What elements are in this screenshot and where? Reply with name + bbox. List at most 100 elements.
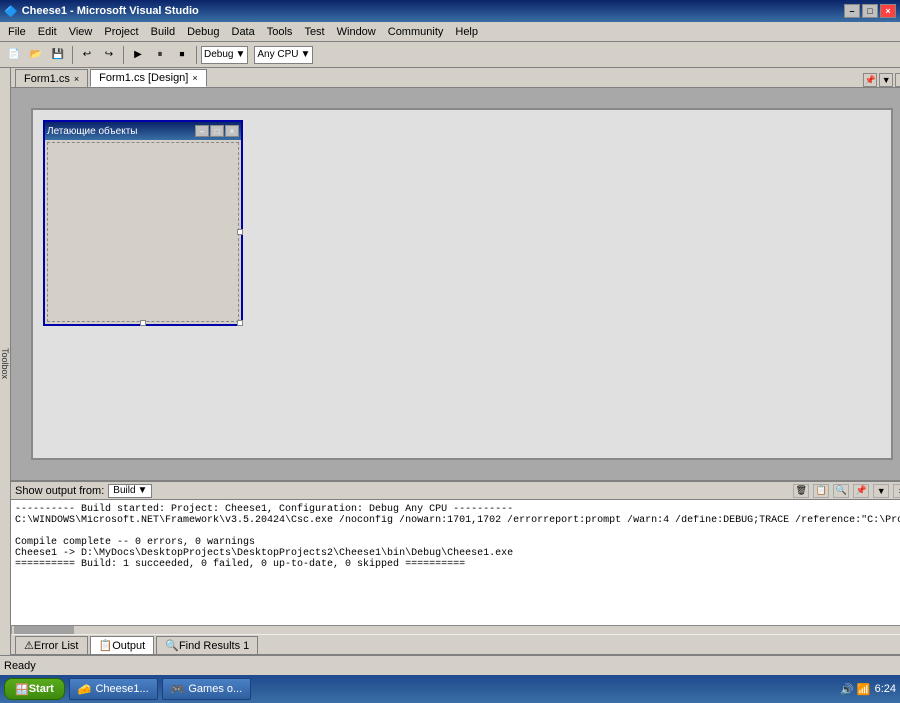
toolbox-panel: Toolbox [0, 68, 11, 655]
open-button[interactable]: 📂 [26, 45, 46, 65]
toolbar-sep-1 [72, 46, 73, 64]
designer-area: Летающие объекты – □ × [11, 88, 900, 480]
output-scrollbar-h[interactable] [11, 625, 900, 635]
form-preview-controls: – □ × [195, 125, 239, 137]
output-toolbar: Show output from: Build ▼ 🗑 📋 🔍 📌 ▼ × [11, 482, 900, 500]
output-line-5: Cheese1 -> D:\MyDocs\DesktopProjects\Des… [15, 548, 900, 559]
close-button[interactable]: × [880, 4, 896, 18]
output-copy-button[interactable]: 📋 [813, 484, 829, 498]
tab-error-list[interactable]: ⚠ Error List [15, 636, 88, 654]
start-debug-button[interactable]: ▶ [128, 45, 148, 65]
menu-project[interactable]: Project [98, 24, 144, 40]
taskbar: 🪟 Start 🧀 Cheese1... 🎮 Games o... 🔊 📶 6:… [0, 675, 900, 703]
taskbar-time: 6:24 [875, 683, 896, 695]
system-tray: 🔊 📶 [840, 683, 870, 696]
output-icon: 📋 [99, 639, 113, 652]
resize-handle-corner[interactable] [237, 320, 243, 326]
title-bar: 🔷 Cheese1 - Microsoft Visual Studio – □ … [0, 0, 900, 22]
pause-button[interactable]: ⏸ [150, 45, 170, 65]
output-pin-button[interactable]: 📌 [853, 484, 869, 498]
output-content: ---------- Build started: Project: Chees… [11, 500, 900, 625]
menu-file[interactable]: File [2, 24, 32, 40]
menu-tools[interactable]: Tools [261, 24, 299, 40]
output-clear-button[interactable]: 🗑 [793, 484, 809, 498]
toolbox-label: Toolbox [0, 348, 10, 379]
taskbar-games-icon: 🎮 [171, 683, 185, 696]
form-preview-body[interactable] [47, 142, 239, 322]
taskbar-item-cheese1[interactable]: 🧀 Cheese1... [69, 678, 158, 700]
form-preview-min[interactable]: – [195, 125, 209, 137]
menu-test[interactable]: Test [298, 24, 330, 40]
menu-build[interactable]: Build [145, 24, 181, 40]
form-preview-window[interactable]: Летающие объекты – □ × [43, 120, 243, 326]
new-project-button[interactable]: 📄 [4, 45, 24, 65]
output-line-6: ========== Build: 1 succeeded, 0 failed,… [15, 559, 900, 570]
title-bar-controls: – □ × [844, 4, 896, 18]
menu-bar: File Edit View Project Build Debug Data … [0, 22, 900, 42]
tab-form1cs-design[interactable]: Form1.cs [Design] × [90, 69, 207, 87]
output-line-2: C:\WINDOWS\Microsoft.NET\Framework\v3.5.… [15, 515, 900, 526]
redo-button[interactable]: ↪ [99, 45, 119, 65]
main-toolbar: 📄 📂 💾 ↩ ↪ ▶ ⏸ ⏹ Debug ▼ Any CPU ▼ [0, 42, 900, 68]
cpu-dropdown[interactable]: Any CPU ▼ [254, 46, 313, 64]
menu-debug[interactable]: Debug [181, 24, 225, 40]
designer-canvas[interactable]: Летающие объекты – □ × [31, 108, 893, 460]
resize-handle-right[interactable] [237, 229, 243, 235]
menu-data[interactable]: Data [226, 24, 261, 40]
designer-dropdown-button[interactable]: ▼ [879, 73, 893, 87]
app-icon: 🔷 [4, 5, 18, 18]
output-close-button[interactable]: × [893, 484, 900, 498]
bottom-tabs-left: ⚠ Error List 📋 Output 🔍 Find Results 1 [15, 636, 260, 654]
taskbar-right: 🔊 📶 6:24 [840, 683, 896, 696]
menu-community[interactable]: Community [382, 24, 450, 40]
form-preview-title: Летающие объекты [47, 126, 138, 137]
document-tab-bar: Form1.cs × Form1.cs [Design] × 📌 ▼ × [11, 68, 900, 88]
window-title: Cheese1 - Microsoft Visual Studio [22, 5, 199, 17]
tab-output[interactable]: 📋 Output [90, 636, 155, 654]
resize-handle-bottom[interactable] [140, 320, 146, 326]
menu-help[interactable]: Help [449, 24, 484, 40]
tab-form1cs-design-close[interactable]: × [192, 73, 197, 83]
form-preview-titlebar: Летающие объекты – □ × [45, 122, 241, 140]
undo-button[interactable]: ↩ [77, 45, 97, 65]
save-button[interactable]: 💾 [48, 45, 68, 65]
status-bar: Ready [0, 655, 900, 675]
taskbar-cheese1-icon: 🧀 [78, 683, 92, 696]
menu-view[interactable]: View [63, 24, 99, 40]
output-dropdown-button[interactable]: ▼ [873, 484, 889, 498]
bottom-panel-tabs: ⚠ Error List 📋 Output 🔍 Find Results 1 [11, 635, 900, 655]
toolbar-sep-2 [123, 46, 124, 64]
tab-find-results[interactable]: 🔍 Find Results 1 [156, 636, 258, 654]
output-find-button[interactable]: 🔍 [833, 484, 849, 498]
main-layout: Toolbox Form1.cs × Form1.cs [Design] × 📌… [0, 68, 900, 655]
output-toolbar-buttons: 🗑 📋 🔍 📌 ▼ × [793, 484, 900, 498]
tab-form1cs[interactable]: Form1.cs × [15, 69, 88, 87]
show-output-label: Show output from: [15, 485, 104, 497]
tab-form1cs-close[interactable]: × [74, 74, 79, 84]
form-preview-close[interactable]: × [225, 125, 239, 137]
error-list-icon: ⚠ [24, 639, 34, 652]
status-text: Ready [4, 660, 36, 672]
taskbar-left: 🪟 Start 🧀 Cheese1... 🎮 Games o... [4, 678, 251, 700]
form-preview-max[interactable]: □ [210, 125, 224, 137]
center-area: Form1.cs × Form1.cs [Design] × 📌 ▼ × Лет… [11, 68, 900, 655]
designer-close-button[interactable]: × [895, 73, 900, 87]
taskbar-item-games[interactable]: 🎮 Games o... [162, 678, 252, 700]
output-line-4: Compile complete -- 0 errors, 0 warnings [15, 537, 900, 548]
menu-edit[interactable]: Edit [32, 24, 63, 40]
designer-pin-button[interactable]: 📌 [863, 73, 877, 87]
start-button[interactable]: 🪟 Start [4, 678, 65, 700]
debug-config-dropdown[interactable]: Debug ▼ [201, 46, 248, 64]
maximize-button[interactable]: □ [862, 4, 878, 18]
find-results-icon: 🔍 [165, 639, 179, 652]
output-line-1: ---------- Build started: Project: Chees… [15, 504, 900, 515]
output-source-dropdown[interactable]: Build ▼ [108, 484, 152, 498]
toolbar-sep-3 [196, 46, 197, 64]
start-icon: 🪟 [15, 683, 29, 696]
minimize-button[interactable]: – [844, 4, 860, 18]
bottom-panel: Show output from: Build ▼ 🗑 📋 🔍 📌 ▼ × --… [11, 480, 900, 655]
title-bar-left: 🔷 Cheese1 - Microsoft Visual Studio [4, 5, 199, 18]
menu-window[interactable]: Window [331, 24, 382, 40]
stop-button[interactable]: ⏹ [172, 45, 192, 65]
scrollbar-thumb-h[interactable] [14, 626, 74, 634]
